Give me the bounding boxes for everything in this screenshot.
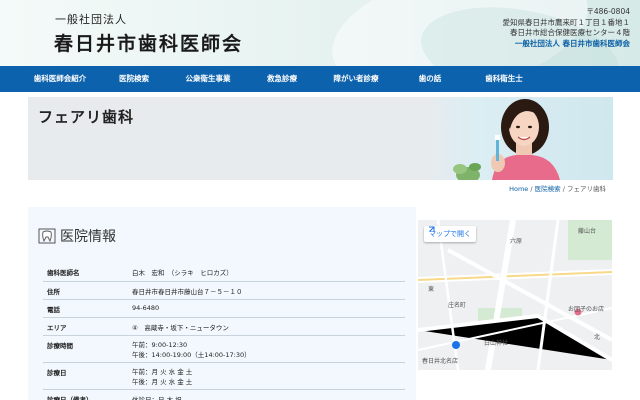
clinic-map[interactable]: マップで開く 藤山台 六原 東 庄名町 白山神社 お団子のお店 北 春日井北名店 — [418, 220, 612, 370]
row-value-address: 春日井市春日井市藤山台７－５－１０ — [128, 281, 405, 300]
days-morning: 午前：月 火 水 金 土 — [132, 367, 193, 376]
main-nav: 歯科医師会紹介 医院検索 公衆衛生事業 救急診療 障がい者診療 歯の話 歯科衛生… — [0, 66, 640, 92]
days-afternoon: 午後：月 火 水 金 土 — [132, 377, 193, 386]
table-row: 診療日 午前：月 火 水 金 土 午後：月 火 水 金 土 — [43, 362, 405, 390]
address-org-name: 一般社団法人 春日井市歯科医師会 — [514, 38, 630, 48]
row-label-phone: 電話 — [43, 299, 128, 318]
clinic-info-table: 歯科医師名 白木 宏和 （シラキ ヒロカズ） 住所 春日井市春日井市藤山台７－５… — [43, 263, 405, 400]
map-label: 北 — [594, 334, 601, 341]
row-label-days: 診療日 — [43, 362, 128, 390]
clinic-info-heading: 医院情報 — [38, 226, 116, 246]
address-line-2: 春日井市総合保健医療センター４階 — [510, 28, 630, 37]
hours-afternoon: 午後：14:00-19:00（土14:00-17:30） — [132, 350, 251, 359]
page-hero: フェアリ歯科 — [28, 97, 613, 180]
table-row: 診療時間 午前：9:00-12:30 午後：14:00-19:00（土14:00… — [43, 335, 405, 363]
hero-photo — [430, 97, 613, 180]
nav-item-disability-care[interactable]: 障がい者診療 — [324, 66, 388, 92]
nav-item-teeth-talk[interactable]: 歯の話 — [398, 66, 462, 92]
table-row: 歯科医師名 白木 宏和 （シラキ ヒロカズ） — [43, 263, 405, 282]
row-value-phone: 94-6480 — [128, 299, 405, 318]
org-subtitle: 一般社団法人 — [55, 13, 127, 26]
hero-woman-illustration — [453, 99, 560, 180]
nav-item-about[interactable]: 歯科医師会紹介 — [28, 66, 92, 92]
table-row: エリア ④ 高蔵寺・坂下・ニュータウン — [43, 317, 405, 336]
header-address: 〒486-0804 愛知県春日井市鷹来町１丁目１番地１ 春日井市総合保健医療セン… — [503, 7, 631, 49]
row-label-director: 歯科医師名 — [43, 263, 128, 282]
row-label-holiday: 診療日（備考） — [43, 389, 128, 400]
nav-item-clinic-search[interactable]: 医院検索 — [102, 66, 166, 92]
nav-item-hygienist[interactable]: 歯科衛生士 — [472, 66, 536, 92]
row-value-director: 白木 宏和 （シラキ ヒロカズ） — [128, 263, 405, 282]
nav-item-emergency[interactable]: 救急診療 — [250, 66, 314, 92]
breadcrumb-current: フェアリ歯科 — [567, 185, 606, 193]
open-map-label: マップで開く — [429, 230, 471, 238]
map-label: お団子のお店 — [568, 306, 605, 313]
map-label: 庄名町 — [448, 302, 467, 309]
page-title: フェアリ歯科 — [38, 108, 135, 126]
row-label-area: エリア — [43, 317, 128, 336]
site-header: 一般社団法人 春日井市歯科医師会 〒486-0804 愛知県春日井市鷹来町１丁目… — [0, 0, 640, 66]
org-name-logo[interactable]: 春日井市歯科医師会 — [54, 29, 243, 56]
external-link-icon — [429, 226, 435, 232]
map-label: 白山神社 — [484, 340, 509, 347]
map-label: 春日井北名店 — [422, 358, 459, 365]
tooth-icon — [38, 228, 56, 244]
clinic-info-title: 医院情報 — [60, 229, 116, 245]
row-value-hours: 午前：9:00-12:30 午後：14:00-19:00（土14:00-17:3… — [128, 335, 405, 363]
breadcrumb-home[interactable]: Home — [509, 185, 528, 193]
table-row: 診療日（備考） 休診日：日 木 祝 — [43, 389, 405, 400]
map-label: 六原 — [510, 238, 523, 245]
hours-morning: 午前：9:00-12:30 — [132, 340, 188, 349]
nav-item-public-health[interactable]: 公衆衛生事業 — [176, 66, 240, 92]
postal-code: 〒486-0804 — [586, 7, 630, 16]
map-label: 東 — [428, 286, 435, 293]
address-line-1: 愛知県春日井市鷹来町１丁目１番地１ — [502, 17, 631, 27]
row-value-area: ④ 高蔵寺・坂下・ニュータウン — [128, 317, 405, 336]
row-label-hours: 診療時間 — [43, 335, 128, 363]
open-map-button[interactable]: マップで開く — [424, 226, 476, 242]
breadcrumb-separator: / — [562, 185, 565, 193]
breadcrumb-separator: / — [530, 185, 533, 193]
row-label-address: 住所 — [43, 281, 128, 300]
map-label: 藤山台 — [578, 228, 597, 235]
row-value-days: 午前：月 火 水 金 土 午後：月 火 水 金 土 — [128, 362, 405, 390]
table-row: 住所 春日井市春日井市藤山台７－５－１０ — [43, 281, 405, 300]
table-row: 電話 94-6480 — [43, 299, 405, 318]
clinic-info-panel: 医院情報 歯科医師名 白木 宏和 （シラキ ヒロカズ） 住所 春日井市春日井市藤… — [28, 207, 416, 400]
row-value-holiday: 休診日：日 木 祝 — [128, 389, 405, 400]
breadcrumb: Home / 医院検索 / フェアリ歯科 — [509, 183, 606, 193]
breadcrumb-clinic-search[interactable]: 医院検索 — [535, 185, 561, 193]
